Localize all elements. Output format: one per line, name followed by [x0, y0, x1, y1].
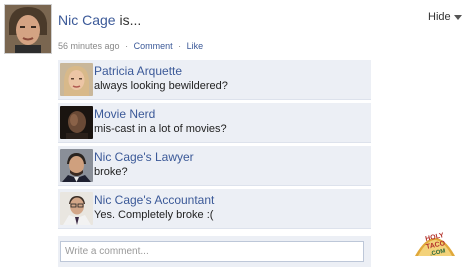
comment-composer: [58, 236, 371, 267]
commenter-avatar[interactable]: [60, 63, 93, 96]
post-status-text: is...: [119, 12, 142, 28]
comment-text: Yes. Completely broke :(: [94, 209, 214, 221]
comment-list: Patricia Arquette always looking bewilde…: [58, 60, 371, 267]
comment-item: Nic Cage's Lawyer broke?: [58, 146, 371, 186]
commenter-name[interactable]: Nic Cage's Accountant: [94, 193, 214, 207]
commenter-name[interactable]: Movie Nerd: [94, 107, 155, 121]
post-meta: 56 minutes ago · Comment · Like: [58, 41, 203, 51]
comment-item: Patricia Arquette always looking bewilde…: [58, 60, 371, 100]
caret-down-icon: [453, 14, 462, 20]
commenter-avatar[interactable]: [60, 149, 93, 182]
comment-link[interactable]: Comment: [134, 41, 173, 51]
post-author-name[interactable]: Nic Cage: [58, 12, 116, 28]
post-author-avatar[interactable]: [4, 4, 52, 54]
post-author-line: Nic Cage is...: [58, 12, 141, 28]
commenter-avatar[interactable]: [60, 106, 93, 139]
watermark-logo: HOLY TACO .COM: [412, 226, 458, 258]
commenter-avatar[interactable]: [60, 192, 93, 225]
commenter-name[interactable]: Nic Cage's Lawyer: [94, 150, 194, 164]
post-timestamp: 56 minutes ago: [58, 41, 120, 51]
meta-separator: ·: [178, 41, 182, 51]
comment-input[interactable]: [60, 241, 364, 262]
comment-item: Nic Cage's Accountant Yes. Completely br…: [58, 189, 371, 229]
meta-separator: ·: [125, 41, 129, 51]
hide-label: Hide: [428, 11, 451, 23]
comment-item: Movie Nerd mis-cast in a lot of movies?: [58, 103, 371, 143]
comment-text: mis-cast in a lot of movies?: [94, 123, 227, 135]
comment-text: always looking bewildered?: [94, 80, 228, 92]
comment-text: broke?: [94, 166, 128, 178]
commenter-name[interactable]: Patricia Arquette: [94, 64, 182, 78]
like-link[interactable]: Like: [187, 41, 204, 51]
hide-button[interactable]: Hide: [428, 11, 462, 23]
